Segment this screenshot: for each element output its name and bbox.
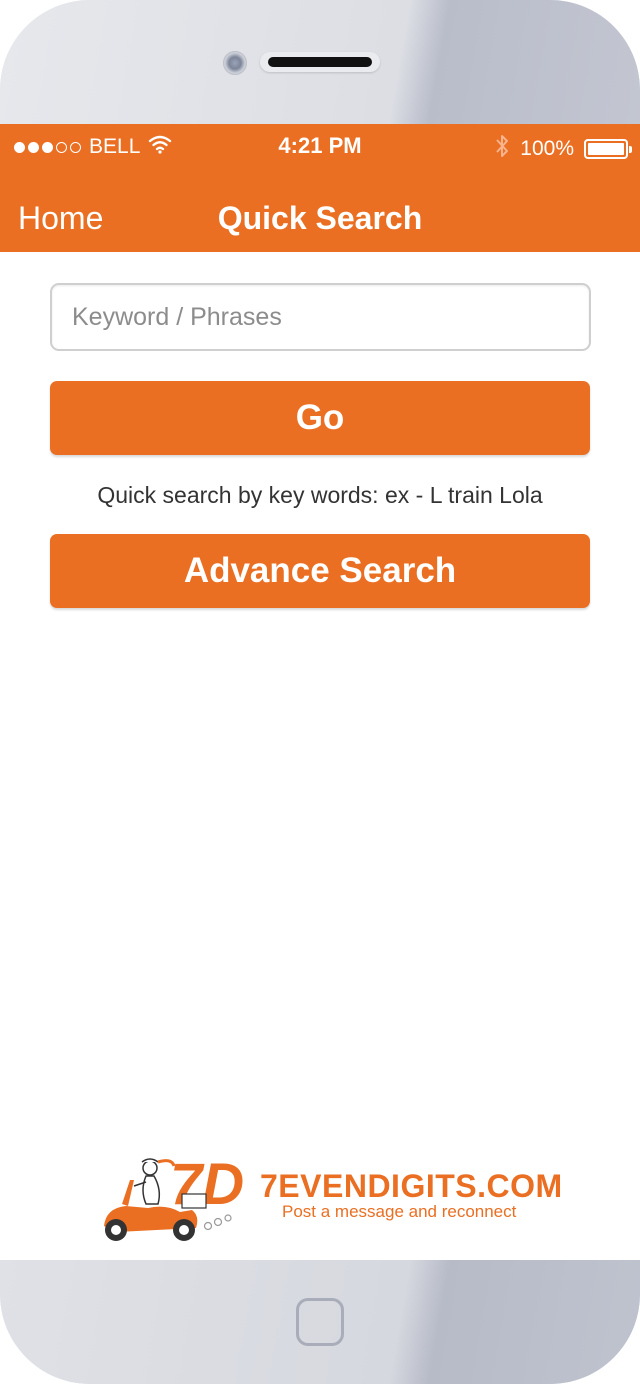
keyword-search-input[interactable] bbox=[50, 283, 591, 351]
go-button[interactable]: Go bbox=[50, 381, 590, 455]
phone-top-bezel bbox=[0, 0, 640, 124]
home-button[interactable] bbox=[296, 1298, 344, 1346]
scooter-logo-icon: 7D bbox=[104, 1152, 244, 1241]
home-back-button[interactable]: Home bbox=[18, 200, 103, 237]
advance-search-button[interactable]: Advance Search bbox=[50, 534, 590, 608]
main-content: Go Quick search by key words: ex - L tra… bbox=[0, 252, 640, 1260]
status-bar: BELL 4:21 PM 100% bbox=[0, 124, 640, 166]
logo-brand-text: 7EVENDIGITS.COM bbox=[260, 1168, 563, 1204]
status-right: 100% bbox=[494, 133, 632, 165]
search-hint-text: Quick search by key words: ex - L train … bbox=[97, 482, 543, 508]
navigation-bar: Home Quick Search bbox=[0, 166, 640, 252]
logo-tagline: Post a message and reconnect bbox=[282, 1202, 517, 1221]
battery-percent: 100% bbox=[520, 137, 574, 160]
battery-icon bbox=[584, 139, 632, 159]
bluetooth-icon bbox=[494, 133, 510, 165]
svg-text:7D: 7D bbox=[170, 1152, 244, 1217]
phone-bottom-bezel bbox=[0, 1260, 640, 1384]
front-camera bbox=[223, 51, 247, 75]
earpiece-speaker bbox=[260, 52, 380, 72]
brand-logo: 7D 7EVENDIGITS.COM Post a message and re… bbox=[96, 1146, 562, 1246]
phone-frame: BELL 4:21 PM 100% Home Quick Search Keyw… bbox=[0, 0, 640, 1384]
